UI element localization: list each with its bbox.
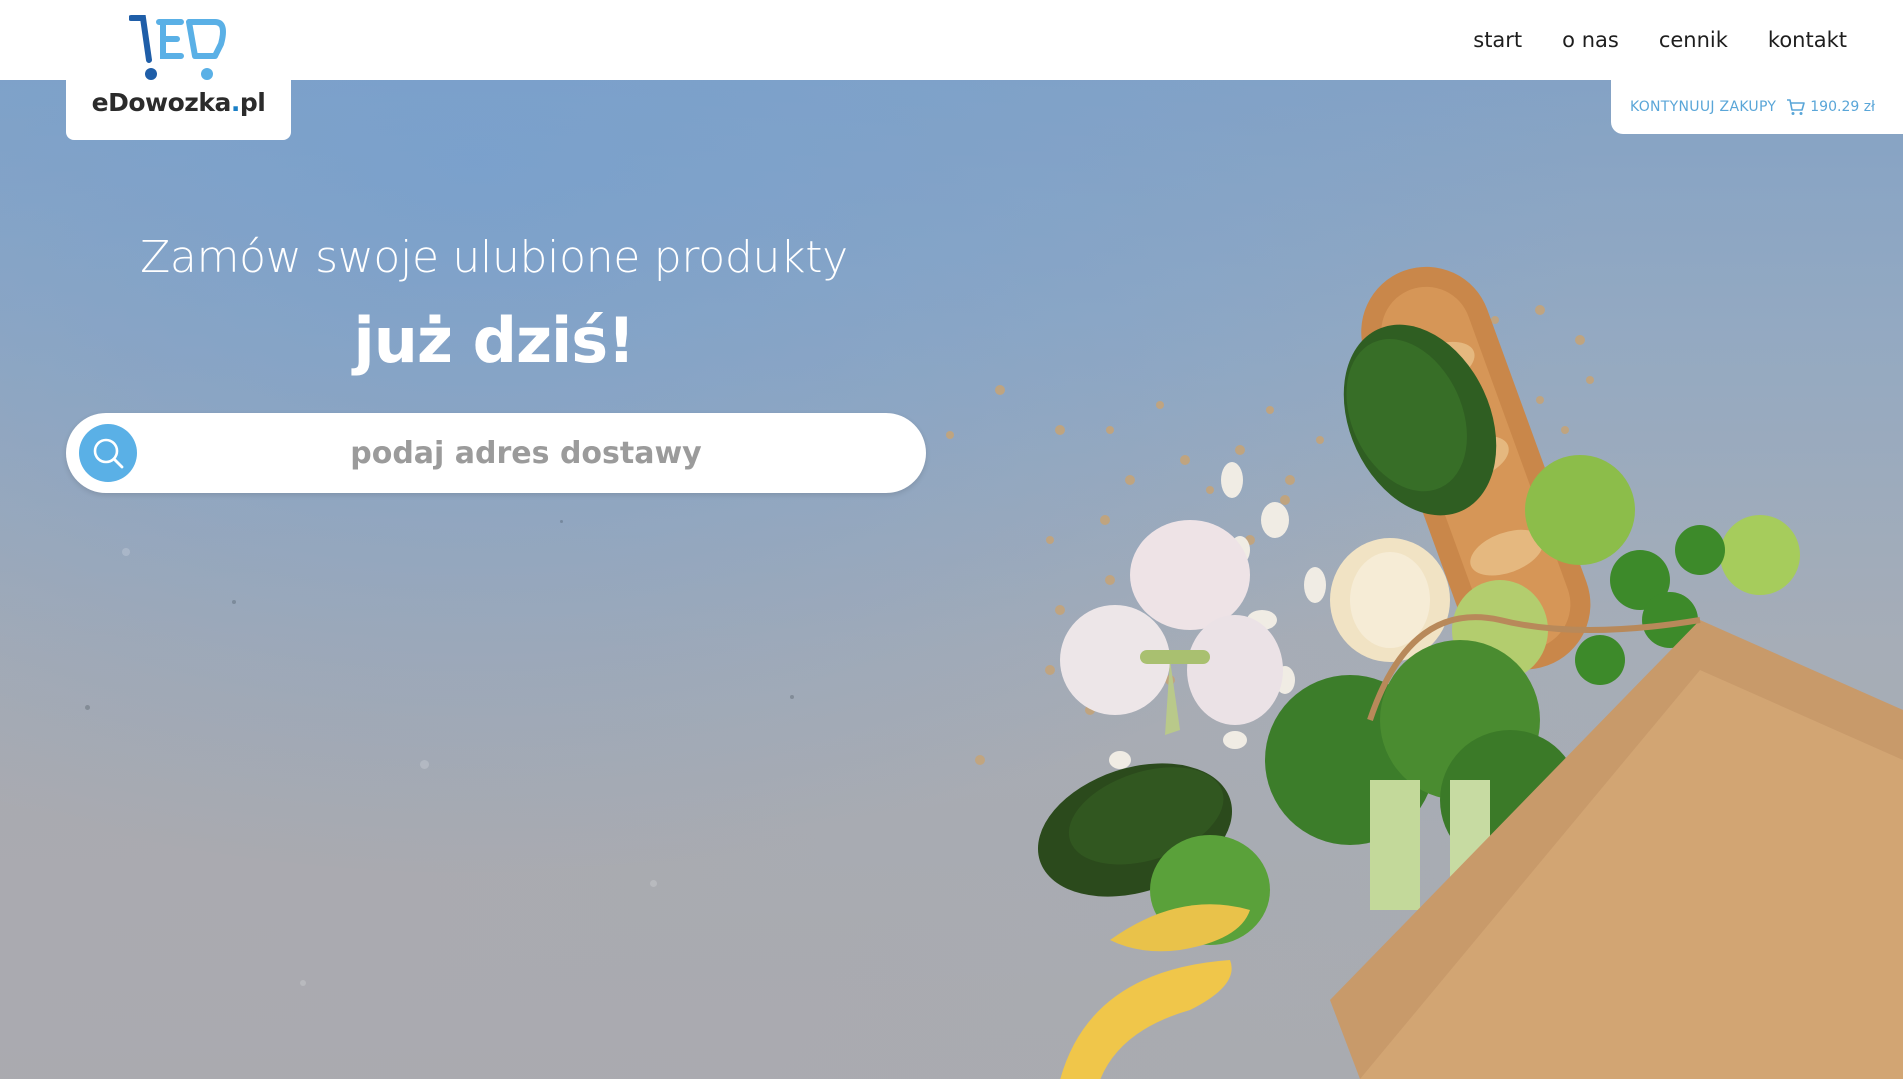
- cart-total: 190.29 zł: [1810, 99, 1876, 115]
- nav-pricing[interactable]: cennik: [1659, 28, 1728, 52]
- continue-shopping-link[interactable]: KONTYNUUJ ZAKUPY: [1630, 99, 1776, 115]
- delivery-address-input[interactable]: [156, 413, 896, 493]
- nav-about[interactable]: o nas: [1562, 28, 1619, 52]
- address-search: [66, 413, 926, 493]
- logo[interactable]: eDowozka.pl: [66, 0, 291, 140]
- cart-tab: KONTYNUUJ ZAKUPY 190.29 zł: [1611, 80, 1903, 134]
- cart-total-button[interactable]: 190.29 zł: [1786, 98, 1875, 116]
- logo-tld: pl: [239, 88, 266, 117]
- search-button[interactable]: [79, 424, 137, 482]
- search-icon: [93, 438, 124, 469]
- nav-start[interactable]: start: [1473, 28, 1522, 52]
- hero-subheadline: już dziś!: [353, 304, 636, 377]
- logo-dot: .: [230, 88, 241, 117]
- main-nav: start o nas cennik kontakt: [1473, 0, 1847, 80]
- cart-logo-icon: [128, 15, 226, 80]
- cart-icon: [1787, 99, 1806, 115]
- logo-text: eDowozka.pl: [92, 88, 266, 117]
- logo-name: eDowozka: [91, 88, 232, 117]
- hero-headline: Zamów swoje ulubione produkty: [140, 232, 848, 283]
- nav-contact[interactable]: kontakt: [1768, 28, 1847, 52]
- groceries-illustration: [946, 266, 1903, 1079]
